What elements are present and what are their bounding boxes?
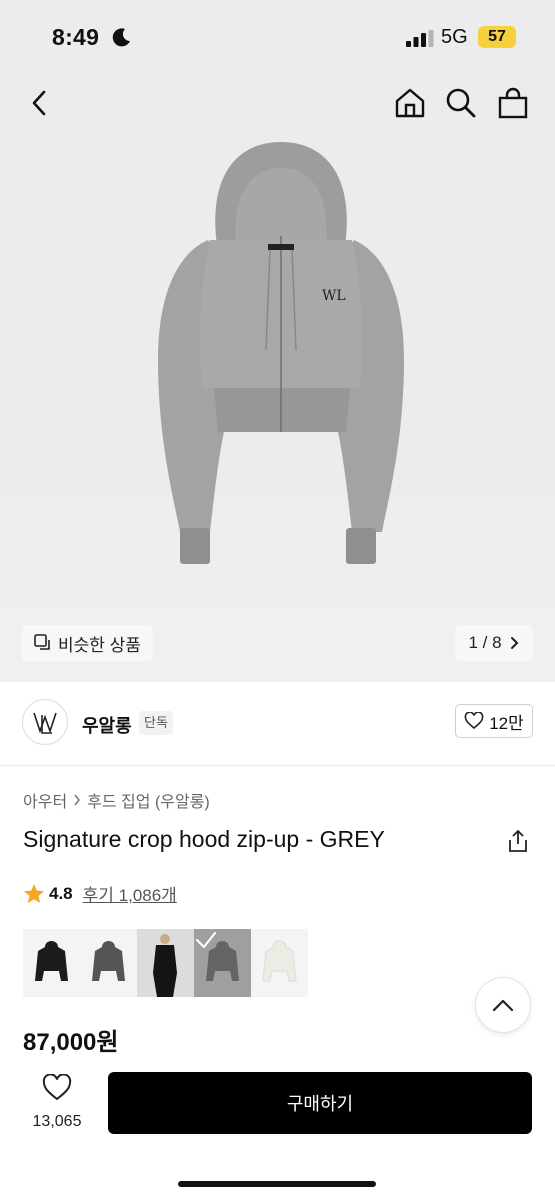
- search-icon[interactable]: [444, 86, 478, 120]
- breadcrumb-category[interactable]: 아우터: [23, 788, 67, 812]
- moon-icon: [112, 28, 130, 47]
- brand-like-count: 12만: [489, 713, 524, 733]
- pager-label: 1 / 8: [468, 633, 502, 652]
- signal-icon: [406, 30, 434, 47]
- swatch-ivory[interactable]: [251, 929, 308, 997]
- wishlist-count: 13,065: [32, 1113, 82, 1130]
- network-label: 5G: [441, 26, 468, 48]
- shopping-bag-icon[interactable]: [496, 86, 530, 120]
- brand-name[interactable]: 우알롱: [82, 712, 132, 738]
- product-price: 87,000원: [23, 1029, 119, 1056]
- color-swatches: [23, 929, 308, 997]
- home-indicator: [178, 1181, 376, 1187]
- chevron-right-icon: [74, 794, 81, 806]
- battery-indicator: 57: [478, 26, 516, 48]
- brand-logo[interactable]: [22, 699, 68, 745]
- exclusive-badge: 단독: [139, 711, 173, 735]
- review-link[interactable]: 후기 1,086개: [83, 881, 177, 906]
- breadcrumb: 아우터 후드 집업 (우알롱): [23, 788, 210, 812]
- product-image: WL: [158, 142, 404, 564]
- heart-icon: [42, 1073, 72, 1101]
- svg-text:WL: WL: [322, 288, 346, 304]
- brand-like-button[interactable]: 12만: [455, 704, 533, 738]
- status-time: 8:49: [52, 24, 100, 50]
- product-image-carousel[interactable]: WL 비슷한 상품 1 / 8: [0, 140, 555, 682]
- rating-row: 4.8 후기 1,086개: [23, 881, 177, 906]
- product-title: Signature crop hood zip-up - GREY: [23, 826, 385, 852]
- swatch-black-image: [35, 941, 68, 981]
- back-icon[interactable]: [22, 86, 56, 120]
- chevron-up-icon: [492, 999, 514, 1012]
- rating-value: 4.8: [49, 883, 73, 903]
- swatch-charcoal-image: [92, 941, 125, 981]
- swatch-ivory-image: [262, 940, 297, 982]
- check-icon: [195, 931, 217, 949]
- share-icon[interactable]: [507, 829, 529, 853]
- image-pager[interactable]: 1 / 8: [455, 625, 533, 661]
- star-icon: [24, 884, 44, 903]
- brand-row: 우알롱 단독 12만: [0, 682, 555, 766]
- scroll-top-button[interactable]: [475, 977, 531, 1033]
- buy-button[interactable]: 구매하기: [108, 1072, 532, 1134]
- swatch-model-black[interactable]: [137, 929, 194, 997]
- similar-products-button[interactable]: 비슷한 상품: [22, 625, 153, 661]
- home-icon[interactable]: [393, 86, 427, 120]
- swatch-model-image: [153, 934, 177, 997]
- chevron-right-icon: [510, 637, 518, 649]
- status-bar: 8:49 5G 57: [0, 0, 555, 72]
- swatch-grey[interactable]: [194, 929, 251, 997]
- similar-products-label: 비슷한 상품: [58, 635, 141, 655]
- wishlist-button[interactable]: 13,065: [22, 1073, 92, 1131]
- nav-bar: [0, 72, 555, 140]
- brand-logo-mark: [33, 712, 57, 734]
- swatch-black[interactable]: [23, 929, 80, 997]
- heart-icon: [464, 712, 484, 730]
- similar-products-icon: [34, 634, 50, 650]
- breadcrumb-subcategory[interactable]: 후드 집업 (우알롱): [87, 788, 210, 812]
- swatch-charcoal[interactable]: [80, 929, 137, 997]
